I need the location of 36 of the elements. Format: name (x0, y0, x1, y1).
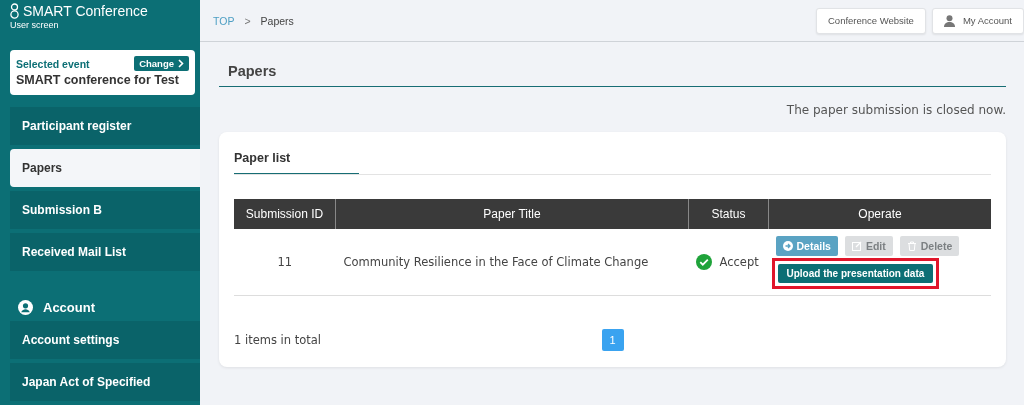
nav-item[interactable]: Received Mail List (10, 233, 200, 271)
column-header: Paper Title (335, 199, 689, 229)
page-title: Papers (219, 42, 1006, 87)
nav-item[interactable]: Account settings (10, 321, 200, 359)
notice-text: The paper submission is closed now. (785, 102, 1006, 119)
chevron-right-icon (178, 59, 184, 68)
arrow-circle-icon (782, 240, 793, 251)
breadcrumb-separator: > (244, 14, 251, 27)
section-title: Account (43, 300, 95, 315)
event-label: Selected event (16, 57, 90, 70)
trash-icon (906, 240, 917, 251)
account-button[interactable]: My Account (931, 7, 1024, 34)
column-header: Submission ID (234, 199, 336, 229)
upload-button[interactable]: Upload the presentation data (777, 263, 934, 283)
column-header: Status (688, 199, 769, 229)
user-circle-icon (18, 300, 33, 315)
card-title: Paper list (234, 149, 359, 174)
event-name: SMART conference for Test (16, 73, 180, 87)
total-count: 1 items in total (234, 333, 323, 347)
status-text: Accept (719, 255, 759, 269)
nav-item[interactable]: Submission B (10, 191, 200, 229)
user-icon (943, 14, 955, 27)
logo-icon (10, 3, 19, 19)
table-cell: 11 (234, 229, 336, 296)
check-circle-icon (695, 254, 712, 270)
column-header: Operate (768, 199, 991, 229)
change-button[interactable]: Change (134, 56, 189, 71)
nav-item[interactable]: Japan Act of Specified (10, 363, 200, 401)
app-subtitle: User screen (9, 19, 60, 30)
table-cell: Community Resilience in the Face of Climate Change (335, 229, 689, 296)
website-button[interactable]: Conference Website (816, 7, 926, 34)
nav-item[interactable]: Participant register (10, 107, 200, 145)
breadcrumb-current: Papers (260, 14, 294, 27)
app-title: SMART Conference (23, 3, 148, 19)
pencil-square-icon (851, 240, 862, 251)
nav-item[interactable]: Papers (10, 149, 200, 187)
